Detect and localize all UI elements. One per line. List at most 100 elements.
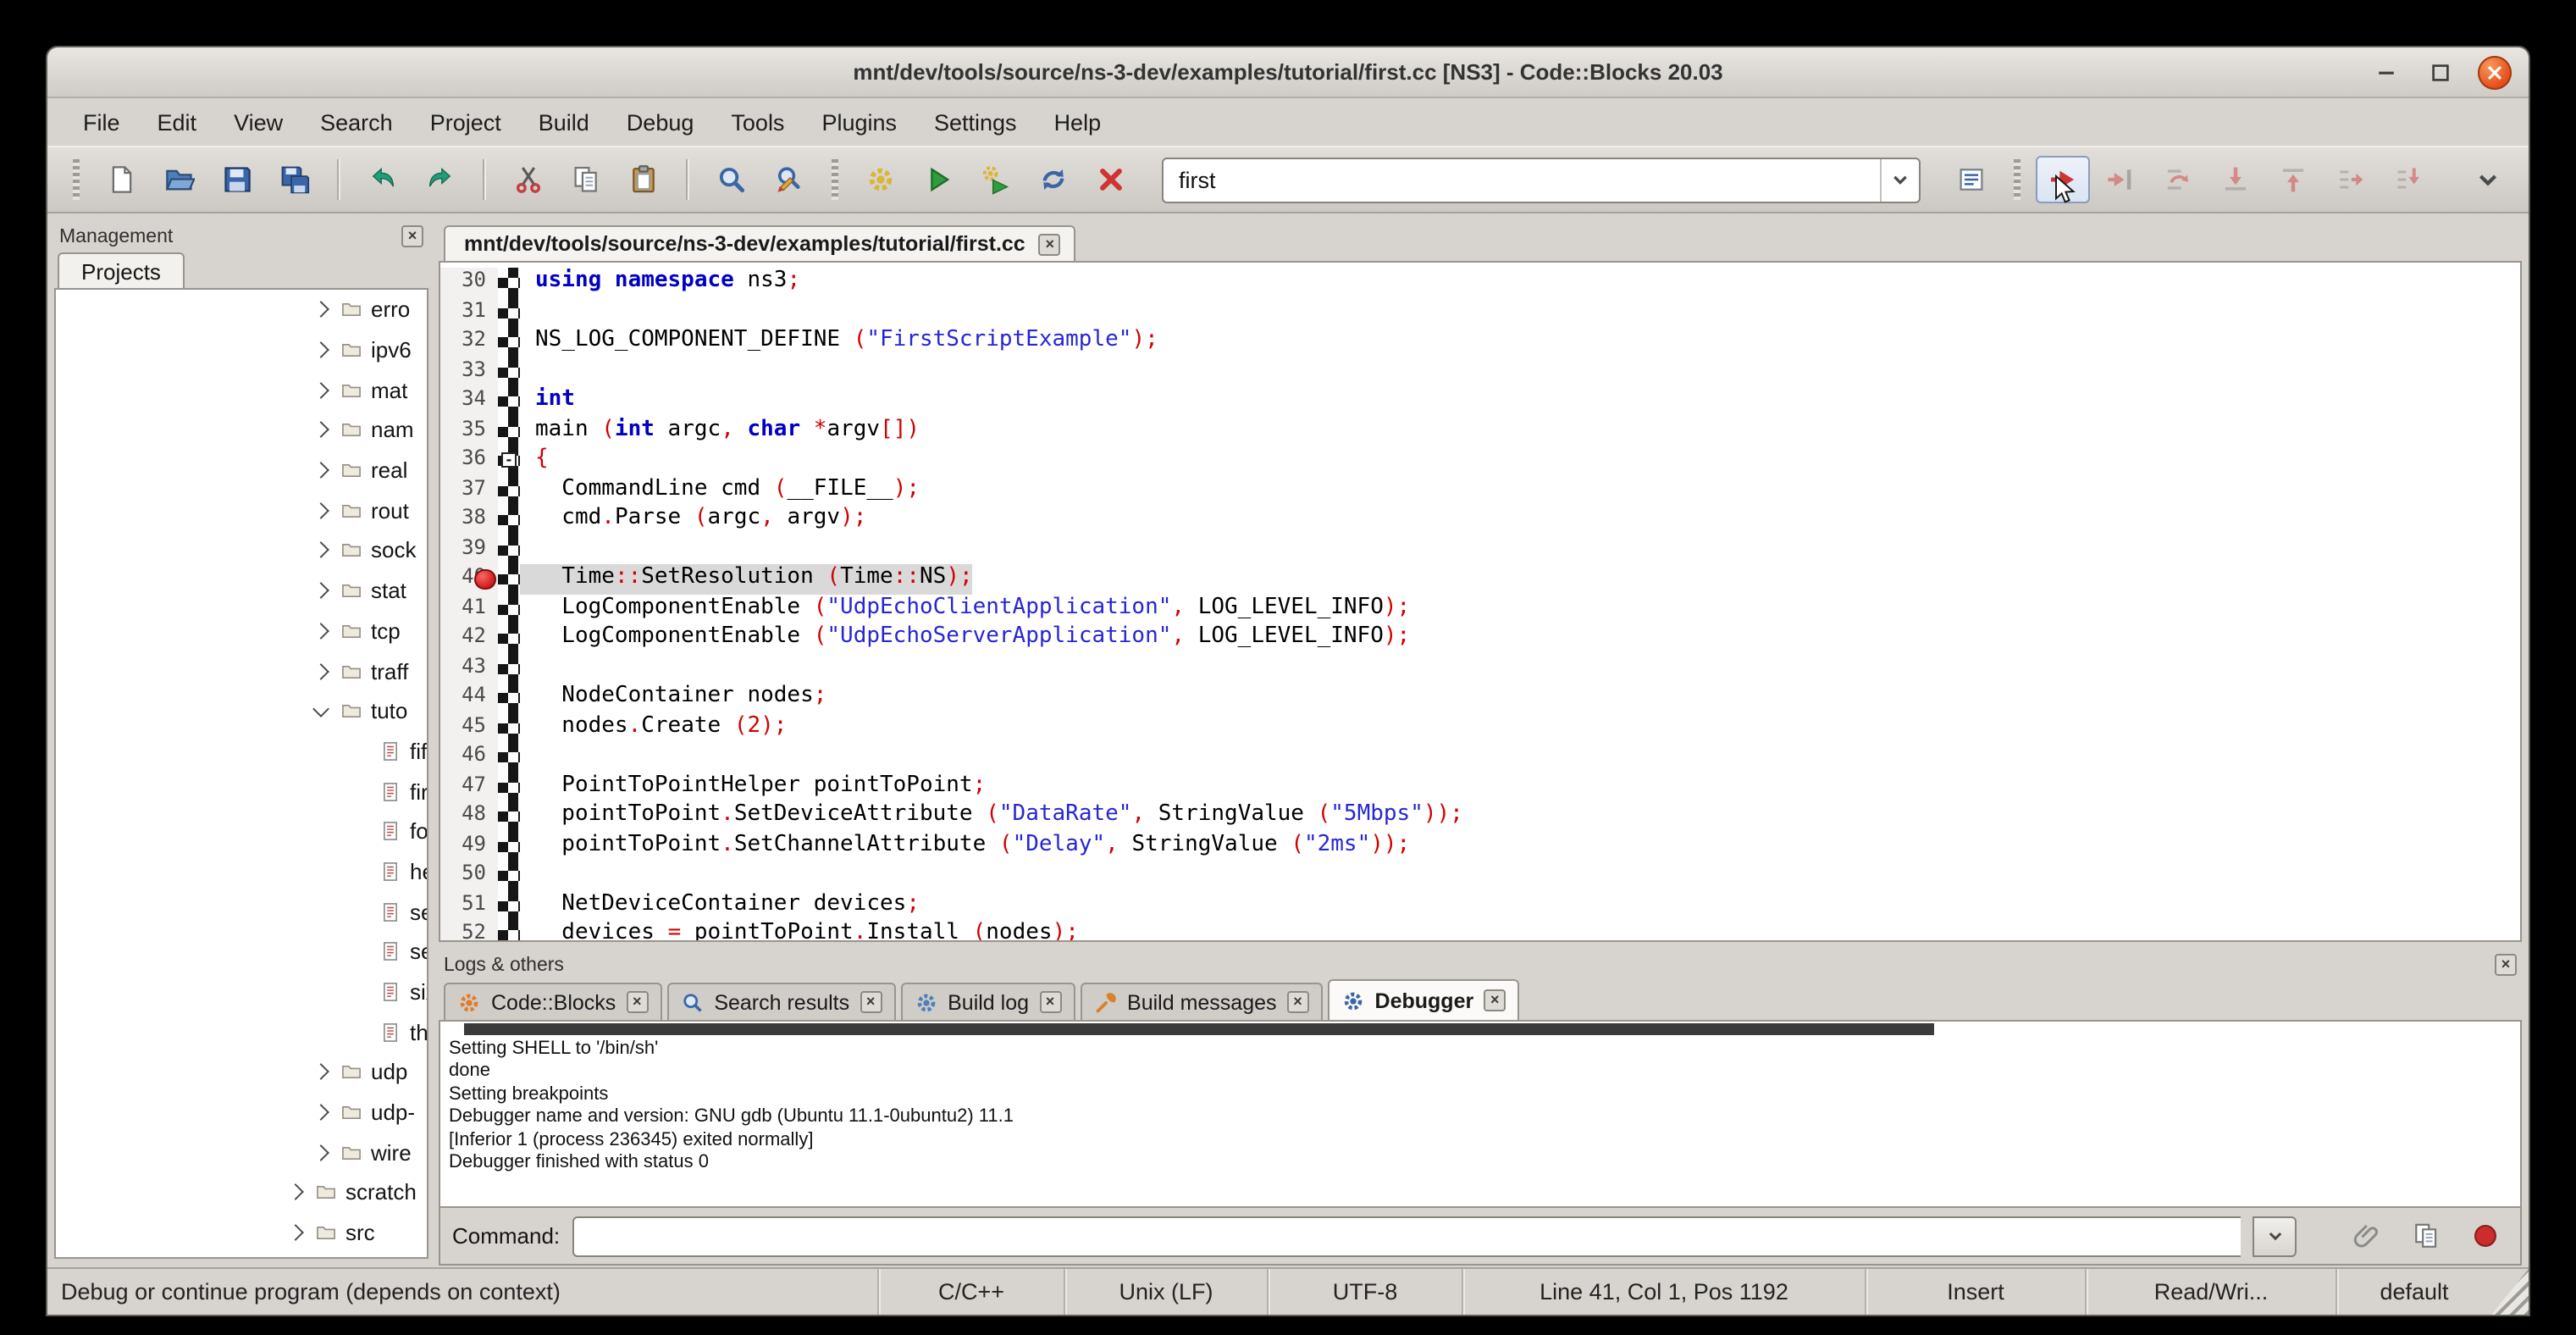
log-tab-debugger[interactable]: Debugger× (1328, 979, 1520, 1020)
tree-item-src[interactable]: src (56, 1213, 427, 1253)
fold-margin[interactable] (498, 416, 520, 446)
editor-tab-first-cc[interactable]: mnt/dev/tools/source/ns-3-dev/examples/t… (444, 225, 1076, 261)
line-number[interactable]: 48 (440, 801, 498, 831)
log-tab-search-results[interactable]: Search results× (666, 983, 895, 1020)
log-tab-code-blocks[interactable]: Code::Blocks× (444, 983, 661, 1020)
maximize-button[interactable] (2424, 55, 2457, 89)
code-editor[interactable]: 30using namespace ns3;3132NS_LOG_COMPONE… (439, 261, 2522, 942)
line-number[interactable]: 51 (440, 890, 498, 920)
code-text[interactable]: CommandLine cmd (__FILE__); (520, 475, 920, 505)
tree-item-mat[interactable]: mat (56, 370, 427, 410)
menu-edit[interactable]: Edit (139, 102, 216, 141)
run-button[interactable] (911, 156, 965, 203)
copy-button[interactable] (559, 156, 613, 203)
toolbar-overflow-button[interactable] (2461, 156, 2515, 203)
tree-item-tcp[interactable]: tcp (56, 611, 427, 651)
fold-margin[interactable] (498, 564, 520, 594)
line-number[interactable]: 32 (440, 327, 498, 357)
log-link-button[interactable] (2344, 1214, 2390, 1258)
abort-build-button[interactable] (1084, 156, 1138, 203)
chevron-right-icon[interactable] (312, 502, 329, 519)
code-text[interactable]: cmd.Parse (argc, argv); (520, 505, 866, 535)
code-text[interactable]: int (520, 386, 575, 416)
code-text[interactable]: nodes.Create (2); (520, 712, 787, 742)
line-number[interactable]: 52 (440, 920, 498, 942)
code-text[interactable] (520, 357, 535, 386)
target-options-button[interactable] (1944, 156, 1998, 203)
menu-tools[interactable]: Tools (712, 102, 803, 141)
tree-item-tuto[interactable]: tuto (56, 691, 427, 731)
line-number[interactable]: 33 (440, 357, 498, 386)
tree-item-fo[interactable]: fo (56, 812, 427, 851)
debug-continue-button[interactable] (2036, 156, 2090, 203)
line-number[interactable]: 49 (440, 831, 498, 861)
tree-item-erro[interactable]: erro (56, 290, 427, 330)
fold-margin[interactable] (498, 327, 520, 357)
log-copy-button[interactable] (2403, 1214, 2449, 1258)
menu-settings[interactable]: Settings (915, 102, 1036, 141)
close-tab-icon[interactable]: × (1287, 991, 1309, 1013)
tab-projects[interactable]: Projects (58, 252, 185, 288)
combo-dropdown-button[interactable] (1880, 158, 1912, 201)
line-number[interactable]: 31 (440, 297, 498, 327)
run-to-cursor-button[interactable] (2093, 156, 2148, 203)
step-into-button[interactable] (2208, 156, 2263, 203)
redo-button[interactable] (413, 156, 467, 203)
chevron-right-icon[interactable] (312, 382, 329, 399)
breakpoint-marker[interactable] (474, 568, 495, 590)
fold-margin[interactable] (498, 535, 520, 564)
close-tab-icon[interactable]: × (1039, 233, 1061, 255)
chevron-right-icon[interactable] (312, 542, 329, 559)
command-history-dropdown[interactable] (2253, 1216, 2297, 1256)
line-number[interactable]: 30 (440, 268, 498, 297)
menu-plugins[interactable]: Plugins (803, 102, 915, 141)
line-number[interactable]: 41 (440, 594, 498, 623)
code-text[interactable]: PointToPointHelper pointToPoint; (520, 772, 986, 801)
toolbar-grip[interactable] (73, 159, 80, 200)
chevron-right-icon[interactable] (312, 1064, 329, 1081)
fold-margin[interactable] (498, 386, 520, 416)
code-text[interactable]: NS_LOG_COMPONENT_DEFINE ("FirstScriptExa… (520, 327, 1158, 357)
line-number[interactable]: 36 (440, 446, 498, 475)
chevron-right-icon[interactable] (312, 1144, 329, 1161)
close-tab-icon[interactable]: × (626, 991, 648, 1013)
save-button[interactable] (210, 156, 264, 203)
tree-item-se[interactable]: se (56, 892, 427, 932)
fold-margin[interactable] (498, 772, 520, 801)
open-button[interactable] (152, 156, 207, 203)
code-text[interactable]: Time::SetResolution (Time::NS); (520, 564, 973, 594)
close-tab-icon[interactable]: × (1039, 991, 1061, 1013)
fold-margin[interactable] (498, 297, 520, 327)
code-text[interactable]: devices = pointToPoint.Install (nodes); (520, 920, 1079, 942)
code-text[interactable]: LogComponentEnable ("UdpEchoClientApplic… (520, 594, 1410, 623)
code-text[interactable] (520, 742, 535, 772)
fold-margin[interactable] (498, 268, 520, 297)
line-number[interactable]: 34 (440, 386, 498, 416)
fold-margin[interactable] (498, 505, 520, 535)
build-button[interactable] (854, 156, 908, 203)
next-line-button[interactable] (2151, 156, 2205, 203)
fold-margin[interactable] (498, 712, 520, 742)
menu-debug[interactable]: Debug (608, 102, 713, 141)
line-number[interactable]: 43 (440, 653, 498, 683)
code-text[interactable] (520, 861, 535, 890)
code-text[interactable]: main (int argc, char *argv[]) (520, 416, 920, 446)
title-bar[interactable]: mnt/dev/tools/source/ns-3-dev/examples/t… (47, 47, 2529, 98)
new-file-button[interactable] (95, 156, 149, 203)
fold-marker[interactable]: - (501, 452, 517, 468)
minimize-button[interactable] (2369, 55, 2403, 89)
menu-search[interactable]: Search (301, 102, 412, 141)
menu-view[interactable]: View (215, 102, 301, 141)
fold-margin[interactable] (498, 890, 520, 920)
menu-file[interactable]: File (64, 102, 139, 141)
logs-close-icon[interactable]: × (2495, 954, 2517, 976)
code-text[interactable]: LogComponentEnable ("UdpEchoServerApplic… (520, 623, 1410, 653)
fold-margin[interactable] (498, 653, 520, 683)
step-into-instruction-button[interactable] (2381, 156, 2435, 203)
code-text[interactable]: pointToPoint.SetDeviceAttribute ("DataRa… (520, 801, 1463, 831)
cut-button[interactable] (501, 156, 556, 203)
line-number[interactable]: 42 (440, 623, 498, 653)
code-text[interactable]: NodeContainer nodes; (520, 683, 826, 712)
fold-margin[interactable] (498, 475, 520, 505)
tree-item-wire[interactable]: wire (56, 1133, 427, 1172)
